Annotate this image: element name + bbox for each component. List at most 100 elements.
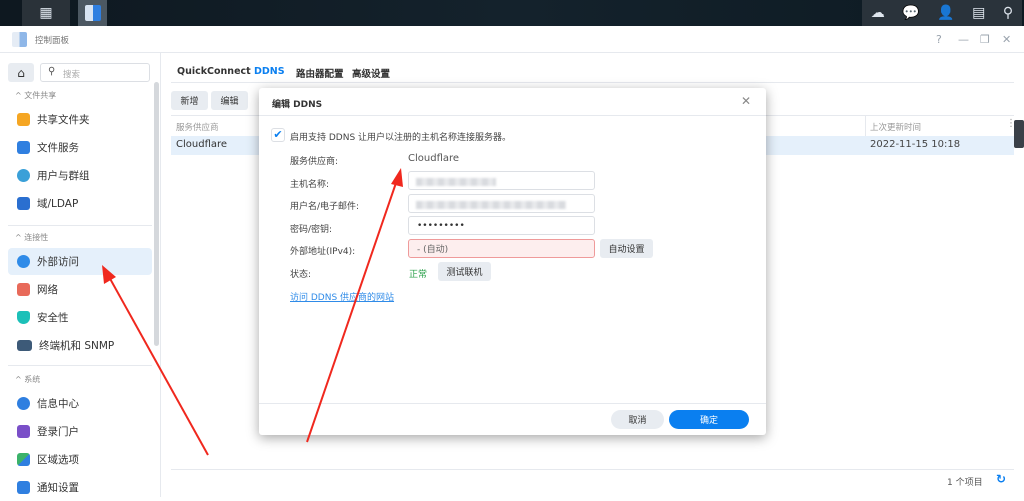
- regional-icon: [17, 453, 30, 466]
- terminal-icon: [17, 340, 32, 351]
- home-button[interactable]: ⌂: [8, 63, 34, 82]
- search-placeholder: 搜索: [63, 70, 81, 80]
- info-icon: [17, 397, 30, 410]
- external-access-icon: [17, 255, 30, 268]
- window-titlebar: 控制面板: [0, 26, 1024, 53]
- user-icon[interactable]: 👤: [937, 5, 954, 21]
- password-input[interactable]: [408, 216, 595, 235]
- section-system[interactable]: ^ 系统: [15, 374, 40, 385]
- section-label: 文件共享: [24, 91, 57, 100]
- system-tray: ☁ 💬 👤 ▤ ⚲: [862, 0, 1022, 26]
- test-connection-button[interactable]: 测试联机: [438, 262, 491, 281]
- minimize-button[interactable]: —: [958, 33, 969, 46]
- provider-label: 服务供应商:: [290, 157, 339, 167]
- section-connectivity[interactable]: ^ 连接性: [15, 232, 48, 243]
- external-address-input[interactable]: [408, 239, 595, 258]
- shield-icon: [17, 311, 30, 324]
- sidebar-item-label: 共享文件夹: [37, 114, 90, 126]
- sidebar-item-shared-folder[interactable]: 共享文件夹: [8, 106, 152, 133]
- search-icon: ⚲: [48, 66, 56, 77]
- network-icon: [17, 283, 30, 296]
- control-panel-icon: [84, 5, 101, 21]
- section-file-sharing[interactable]: ^ 文件共享: [15, 90, 56, 101]
- hostname-label: 主机名称:: [290, 180, 330, 190]
- enable-ddns-checkbox[interactable]: ✔: [271, 128, 285, 142]
- sidebar-item-label: 网络: [37, 284, 58, 296]
- tab-quickconnect[interactable]: QuickConnect: [177, 66, 251, 77]
- restore-button[interactable]: ❐: [980, 33, 990, 46]
- search-icon[interactable]: ⚲: [1003, 5, 1013, 21]
- sidebar-item-label: 终端机和 SNMP: [39, 340, 115, 352]
- item-count: 1 个项目: [947, 478, 983, 488]
- tab-advanced[interactable]: 高级设置: [352, 66, 390, 80]
- refresh-icon[interactable]: ↻: [996, 472, 1006, 486]
- sidebar-item-file-services[interactable]: 文件服务: [8, 134, 152, 161]
- hostname-redacted: [416, 178, 496, 186]
- footer-divider: [171, 469, 1014, 470]
- status-value: 正常: [409, 270, 428, 280]
- sidebar-item-regional-options[interactable]: 区域选项: [8, 446, 152, 473]
- sidebar-item-info-center[interactable]: 信息中心: [8, 390, 152, 417]
- notification-icon: [17, 481, 30, 494]
- row-provider: Cloudflare: [176, 139, 228, 150]
- username-label: 用户名/电子邮件:: [290, 202, 360, 212]
- external-address-label: 外部地址(IPv4):: [290, 247, 356, 257]
- folder-icon: [17, 113, 30, 126]
- login-portal-icon: [17, 425, 30, 438]
- widgets-icon[interactable]: ▤: [972, 5, 985, 21]
- tab-router-config[interactable]: 路由器配置: [296, 66, 344, 80]
- tab-ddns[interactable]: DDNS: [254, 66, 285, 77]
- dialog-close-button[interactable]: ✕: [741, 94, 751, 108]
- column-header-provider[interactable]: 服务供应商: [176, 121, 219, 133]
- username-redacted: [416, 201, 566, 209]
- cancel-button[interactable]: 取消: [611, 410, 664, 429]
- sidebar-item-label: 外部访问: [37, 256, 79, 268]
- help-button[interactable]: ?: [936, 33, 942, 46]
- column-divider: [865, 116, 866, 136]
- section-label: 连接性: [24, 233, 49, 242]
- edit-button[interactable]: 编辑: [211, 91, 248, 110]
- tab-divider: [171, 82, 1014, 83]
- grid-icon: ▦: [39, 5, 53, 21]
- sidebar-item-label: 用户与群组: [37, 170, 90, 182]
- sidebar-item-label: 信息中心: [37, 398, 79, 410]
- sidebar-item-network[interactable]: 网络: [8, 276, 152, 303]
- provider-website-link[interactable]: 访问 DDNS 供应商的网站: [290, 290, 394, 303]
- window-title: 控制面板: [35, 36, 70, 46]
- dialog-footer-divider: [259, 403, 766, 404]
- sidebar-item-external-access[interactable]: 外部访问: [8, 248, 152, 275]
- password-label: 密码/密钥:: [290, 225, 333, 235]
- sidebar-item-domain-ldap[interactable]: 域/LDAP: [8, 190, 152, 217]
- sidebar-item-label: 登录门户: [37, 426, 79, 438]
- edit-ddns-dialog: 编辑 DDNS ✕ ✔ 启用支持 DDNS 让用户以注册的主机名称连接服务器。 …: [259, 88, 766, 435]
- divider: [8, 365, 152, 366]
- sidebar-item-label: 通知设置: [37, 482, 79, 494]
- side-widget-handle[interactable]: [1014, 120, 1024, 148]
- control-panel-icon: [12, 32, 27, 47]
- sidebar-item-terminal-snmp[interactable]: 终端机和 SNMP: [8, 332, 152, 359]
- status-label: 状态:: [290, 270, 312, 280]
- column-header-updated[interactable]: 上次更新时间: [870, 121, 921, 133]
- dialog-header-divider: [259, 115, 766, 116]
- sidebar-search[interactable]: ⚲ 搜索: [40, 63, 150, 82]
- sidebar-item-login-portal[interactable]: 登录门户: [8, 418, 152, 445]
- dialog-title: 编辑 DDNS: [272, 100, 323, 110]
- enable-ddns-label: 启用支持 DDNS 让用户以注册的主机名称连接服务器。: [290, 133, 512, 143]
- main-menu-button[interactable]: ▦: [22, 0, 70, 26]
- add-button[interactable]: 新增: [171, 91, 208, 110]
- provider-value: Cloudflare: [408, 153, 460, 164]
- chat-icon[interactable]: 💬: [902, 5, 919, 21]
- home-icon: ⌂: [17, 65, 25, 80]
- row-updated: 2022-11-15 10:18: [870, 139, 961, 150]
- ok-button[interactable]: 确定: [669, 410, 749, 429]
- close-window-button[interactable]: ✕: [1002, 33, 1011, 46]
- sidebar-item-label: 域/LDAP: [37, 198, 79, 210]
- sidebar-item-label: 文件服务: [37, 142, 79, 154]
- sidebar-scrollbar[interactable]: [154, 82, 159, 346]
- domain-icon: [17, 197, 30, 210]
- control-panel-taskbar-button[interactable]: [78, 0, 107, 26]
- cloud-sync-icon[interactable]: ☁: [871, 5, 885, 21]
- sidebar-item-security[interactable]: 安全性: [8, 304, 152, 331]
- sidebar-item-users-groups[interactable]: 用户与群组: [8, 162, 152, 189]
- auto-setup-button[interactable]: 自动设置: [600, 239, 653, 258]
